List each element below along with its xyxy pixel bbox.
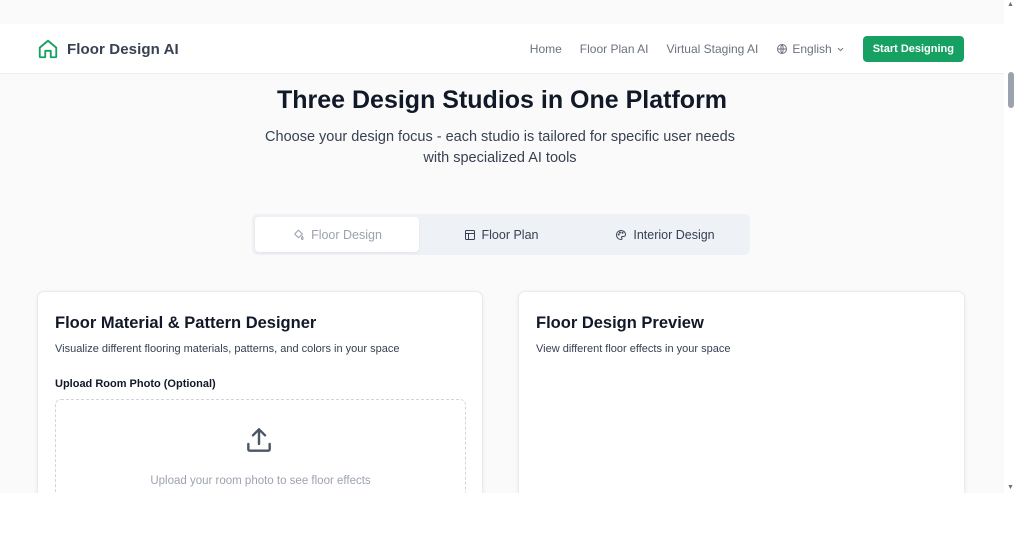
scrollbar-thumb[interactable]	[1008, 72, 1014, 108]
page-subtitle-line-1: Choose your design focus - each studio i…	[265, 129, 735, 145]
tab-floor-plan[interactable]: Floor Plan	[419, 217, 583, 252]
scroll-up-arrow-icon[interactable]: ▲	[1007, 1, 1014, 9]
upload-icon	[243, 424, 275, 461]
floor-preview-description: View different floor effects in your spa…	[536, 343, 731, 355]
layout-icon	[464, 229, 476, 241]
page-subtitle-line-2: with specialized AI tools	[423, 150, 577, 166]
start-designing-button[interactable]: Start Designing	[862, 36, 964, 62]
tab-floor-design[interactable]: Floor Design	[255, 217, 419, 252]
paint-bucket-icon	[292, 228, 305, 241]
tab-interior-design-label: Interior Design	[633, 227, 715, 242]
vertical-scrollbar[interactable]: ▲ ▼	[1004, 0, 1016, 493]
home-icon	[37, 38, 59, 60]
top-navbar: Floor Design AI Home Floor Plan AI Virtu…	[0, 24, 1004, 74]
chevron-down-icon	[836, 45, 845, 54]
brand-logo[interactable]: Floor Design AI	[37, 38, 179, 60]
nav-floor-plan-ai-link[interactable]: Floor Plan AI	[580, 42, 649, 56]
brand-name: Floor Design AI	[67, 40, 179, 58]
blank-area	[0, 493, 1024, 556]
page-viewport: Floor Design AI Home Floor Plan AI Virtu…	[0, 0, 1004, 493]
nav-virtual-staging-ai-link[interactable]: Virtual Staging AI	[667, 42, 759, 56]
floor-preview-card: Floor Design Preview View different floo…	[518, 291, 965, 493]
tab-floor-plan-label: Floor Plan	[481, 227, 539, 242]
language-selector[interactable]: English	[776, 42, 844, 56]
scroll-down-arrow-icon[interactable]: ▼	[1007, 484, 1014, 492]
floor-preview-title: Floor Design Preview	[536, 314, 704, 332]
palette-icon	[615, 229, 627, 241]
tab-floor-design-label: Floor Design	[311, 227, 382, 242]
floor-designer-title: Floor Material & Pattern Designer	[55, 314, 317, 332]
studio-tabs: Floor Design Floor Plan Interior Design	[252, 214, 750, 255]
upload-instructions: Upload your room photo to see floor effe…	[150, 475, 371, 487]
tab-interior-design[interactable]: Interior Design	[583, 217, 747, 252]
upload-room-photo-label: Upload Room Photo (Optional)	[55, 378, 216, 390]
floor-designer-description: Visualize different flooring materials, …	[55, 343, 400, 355]
upload-dropzone[interactable]: Upload your room photo to see floor effe…	[55, 399, 466, 493]
main-nav: Home Floor Plan AI Virtual Staging AI En…	[530, 36, 964, 62]
page-title: Three Design Studios in One Platform	[276, 86, 728, 114]
floor-designer-card: Floor Material & Pattern Designer Visual…	[37, 291, 483, 493]
nav-home-link[interactable]: Home	[530, 42, 562, 56]
language-label: English	[792, 42, 832, 56]
page-subtitle: Choose your design focus - each studio i…	[250, 127, 750, 169]
globe-icon	[776, 43, 788, 55]
